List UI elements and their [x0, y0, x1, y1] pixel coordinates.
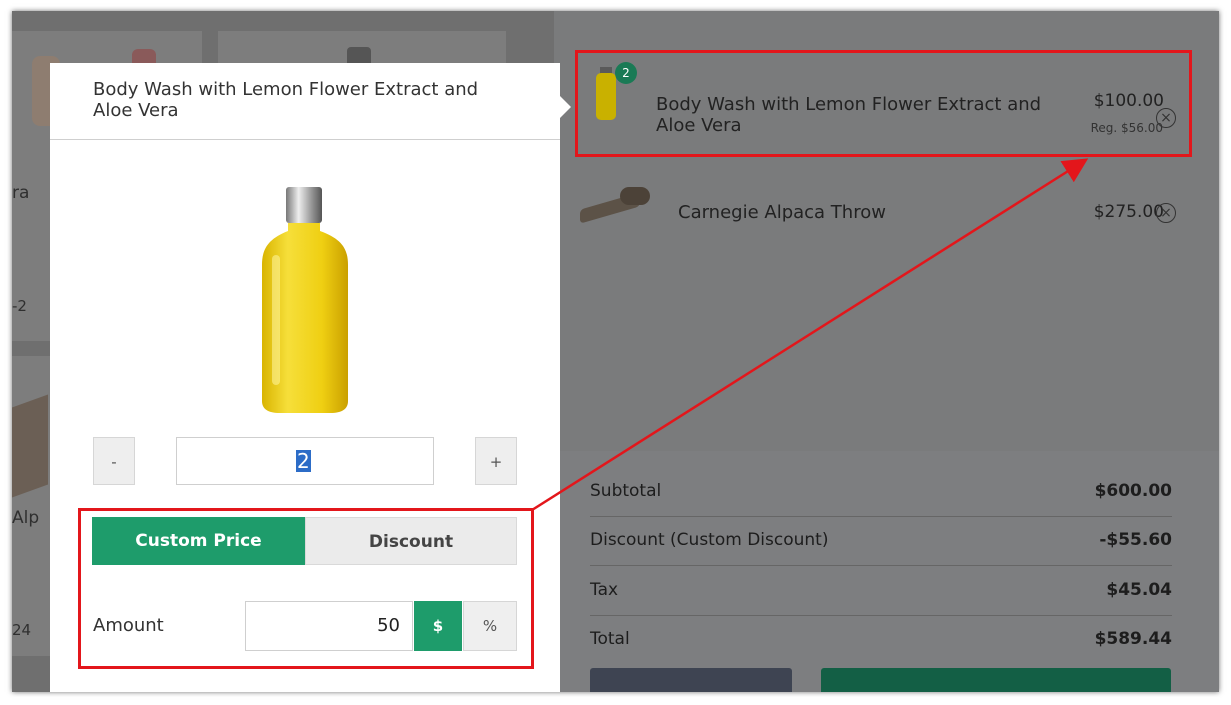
app-window: ra -2 Alp 24 2 Body Wash with Lemon Flow…: [12, 11, 1219, 692]
annotation-arrow: [531, 158, 1089, 512]
